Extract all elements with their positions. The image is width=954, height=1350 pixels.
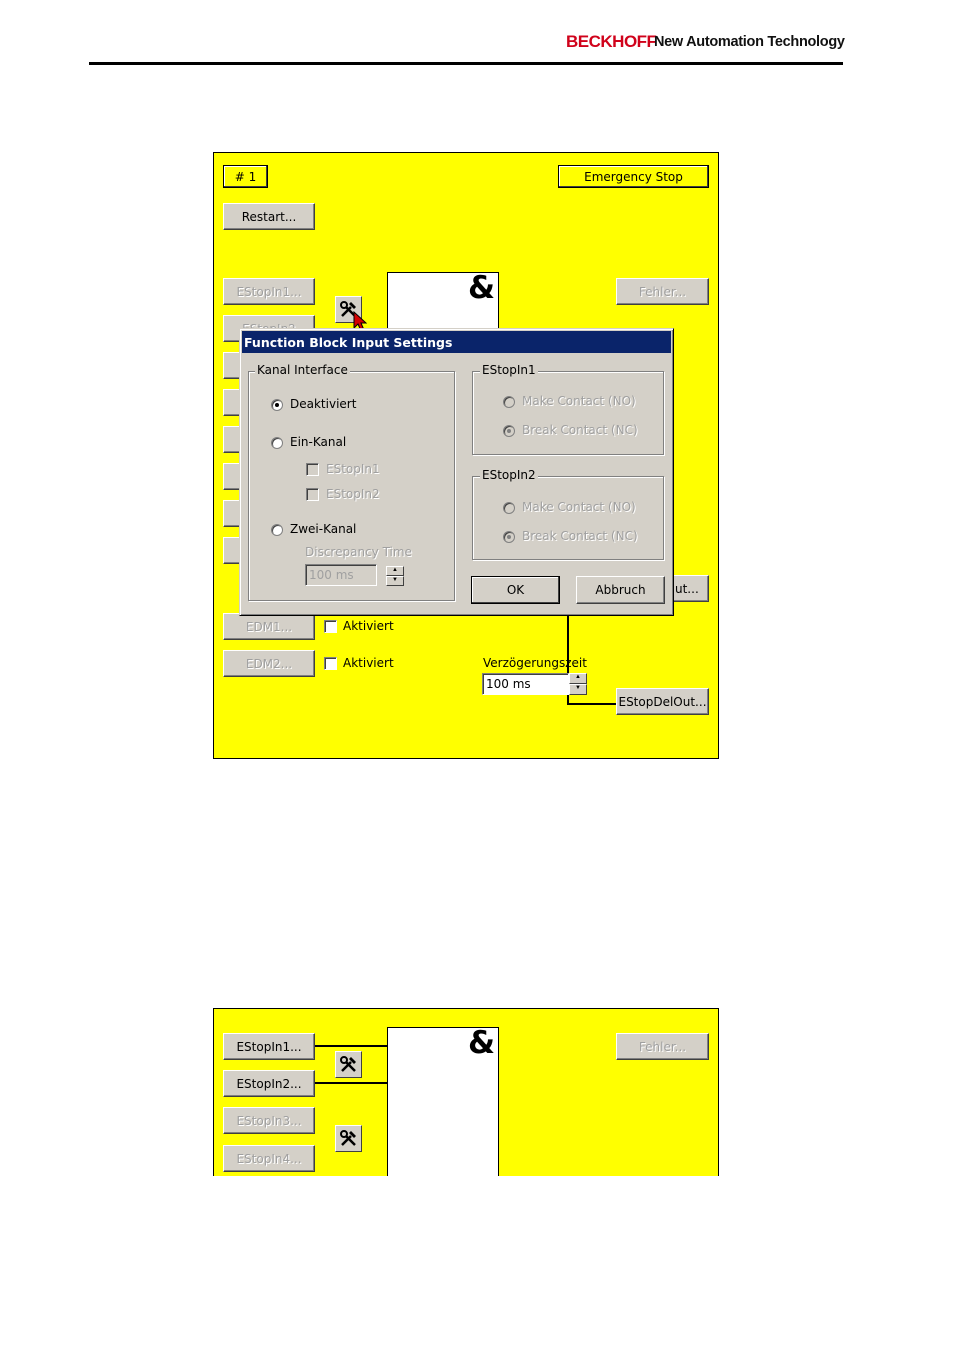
ein-kanal-label[interactable]: Ein-Kanal [290, 435, 346, 449]
ok-button[interactable]: OK [471, 576, 560, 604]
deaktiviert-radio[interactable] [271, 399, 283, 411]
kanal-interface-label: Kanal Interface [255, 363, 350, 377]
header-rule [89, 62, 843, 65]
estopin2-group [472, 476, 664, 560]
estopin1-button-2[interactable]: EStopIn1... [223, 1033, 315, 1060]
spin-down-icon[interactable]: ▼ [386, 576, 404, 586]
edm2-button[interactable]: EDM2... [223, 650, 315, 677]
brand-logo: BECKHOFF [566, 32, 657, 51]
ein-kanal-estopin1-label: EStopIn1 [326, 462, 380, 476]
zwei-kanal-radio[interactable] [271, 524, 283, 536]
estopin1-group-label: EStopIn1 [480, 363, 538, 377]
brand-tagline: New Automation Technology [654, 34, 845, 50]
estopin2-break-contact-radio[interactable] [503, 531, 515, 543]
connection-line [315, 1045, 387, 1047]
edm2-activated-checkbox[interactable] [324, 657, 337, 670]
spin-down-icon[interactable]: ▼ [569, 684, 587, 695]
estopin3-button[interactable]: EStopIn3... [223, 1107, 315, 1134]
edm1-activated-label: Aktiviert [343, 619, 394, 633]
delay-time-label: Verzögerungszeit [483, 656, 587, 670]
emergency-stop-button[interactable]: Emergency Stop [558, 165, 709, 188]
connection-line [315, 1082, 387, 1084]
restart-button[interactable]: Restart... [223, 203, 315, 230]
ein-kanal-estopin2-label: EStopIn2 [326, 487, 380, 501]
ein-kanal-estopin1-checkbox[interactable] [306, 463, 319, 476]
discrepancy-time-input[interactable]: 100 ms [305, 564, 377, 586]
discrepancy-time-label: Discrepancy Time [305, 545, 412, 559]
delay-time-input[interactable]: 100 ms [482, 673, 569, 695]
edm1-activated-checkbox[interactable] [324, 620, 337, 633]
abbruch-button[interactable]: Abbruch [576, 576, 665, 604]
and-gate-symbol: & [468, 270, 496, 306]
block-id-button[interactable]: # 1 [223, 165, 268, 188]
estopin2-button-2[interactable]: EStopIn2... [223, 1070, 315, 1097]
spin-up-icon[interactable]: ▲ [569, 673, 587, 684]
estopin2-make-contact-label[interactable]: Make Contact (NO) [522, 500, 636, 514]
fehler-button-2[interactable]: Fehler... [616, 1033, 709, 1060]
input-settings-tool-button-2[interactable] [335, 1125, 362, 1152]
estopin1-break-contact-radio[interactable] [503, 425, 515, 437]
connection-line [567, 703, 617, 705]
estop-delayed-out-button[interactable]: EStopDelOut... [616, 688, 709, 715]
estopin2-group-label: EStopIn2 [480, 468, 538, 482]
edm2-activated-label: Aktiviert [343, 656, 394, 670]
edm1-button[interactable]: EDM1... [223, 613, 315, 640]
estopin2-make-contact-radio[interactable] [503, 502, 515, 514]
estopin1-make-contact-label[interactable]: Make Contact (NO) [522, 394, 636, 408]
delay-time-spinner[interactable]: ▲ ▼ [569, 673, 587, 695]
estopin1-group [472, 371, 664, 455]
fehler-button[interactable]: Fehler... [616, 278, 709, 305]
zwei-kanal-label[interactable]: Zwei-Kanal [290, 522, 356, 536]
discrepancy-time-spinner[interactable]: ▲ ▼ [386, 566, 404, 586]
ein-kanal-estopin2-checkbox[interactable] [306, 488, 319, 501]
estopin2-break-contact-label[interactable]: Break Contact (NC) [522, 529, 638, 543]
hammer-wrench-icon [340, 1130, 356, 1146]
ein-kanal-radio[interactable] [271, 437, 283, 449]
estopin4-button[interactable]: EStopIn4... [223, 1145, 315, 1172]
estopin1-make-contact-radio[interactable] [503, 396, 515, 408]
and-gate-symbol-2: & [468, 1025, 496, 1061]
estopin1-break-contact-label[interactable]: Break Contact (NC) [522, 423, 638, 437]
input-settings-dialog: Function Block Input Settings Kanal Inte… [239, 328, 674, 616]
dialog-title: Function Block Input Settings [242, 331, 671, 353]
estopin1-button[interactable]: EStopIn1... [223, 278, 315, 305]
spin-up-icon[interactable]: ▲ [386, 566, 404, 576]
hammer-wrench-icon [340, 1056, 356, 1072]
input-settings-tool-button-1[interactable] [335, 1051, 362, 1078]
deaktiviert-label[interactable]: Deaktiviert [290, 397, 356, 411]
